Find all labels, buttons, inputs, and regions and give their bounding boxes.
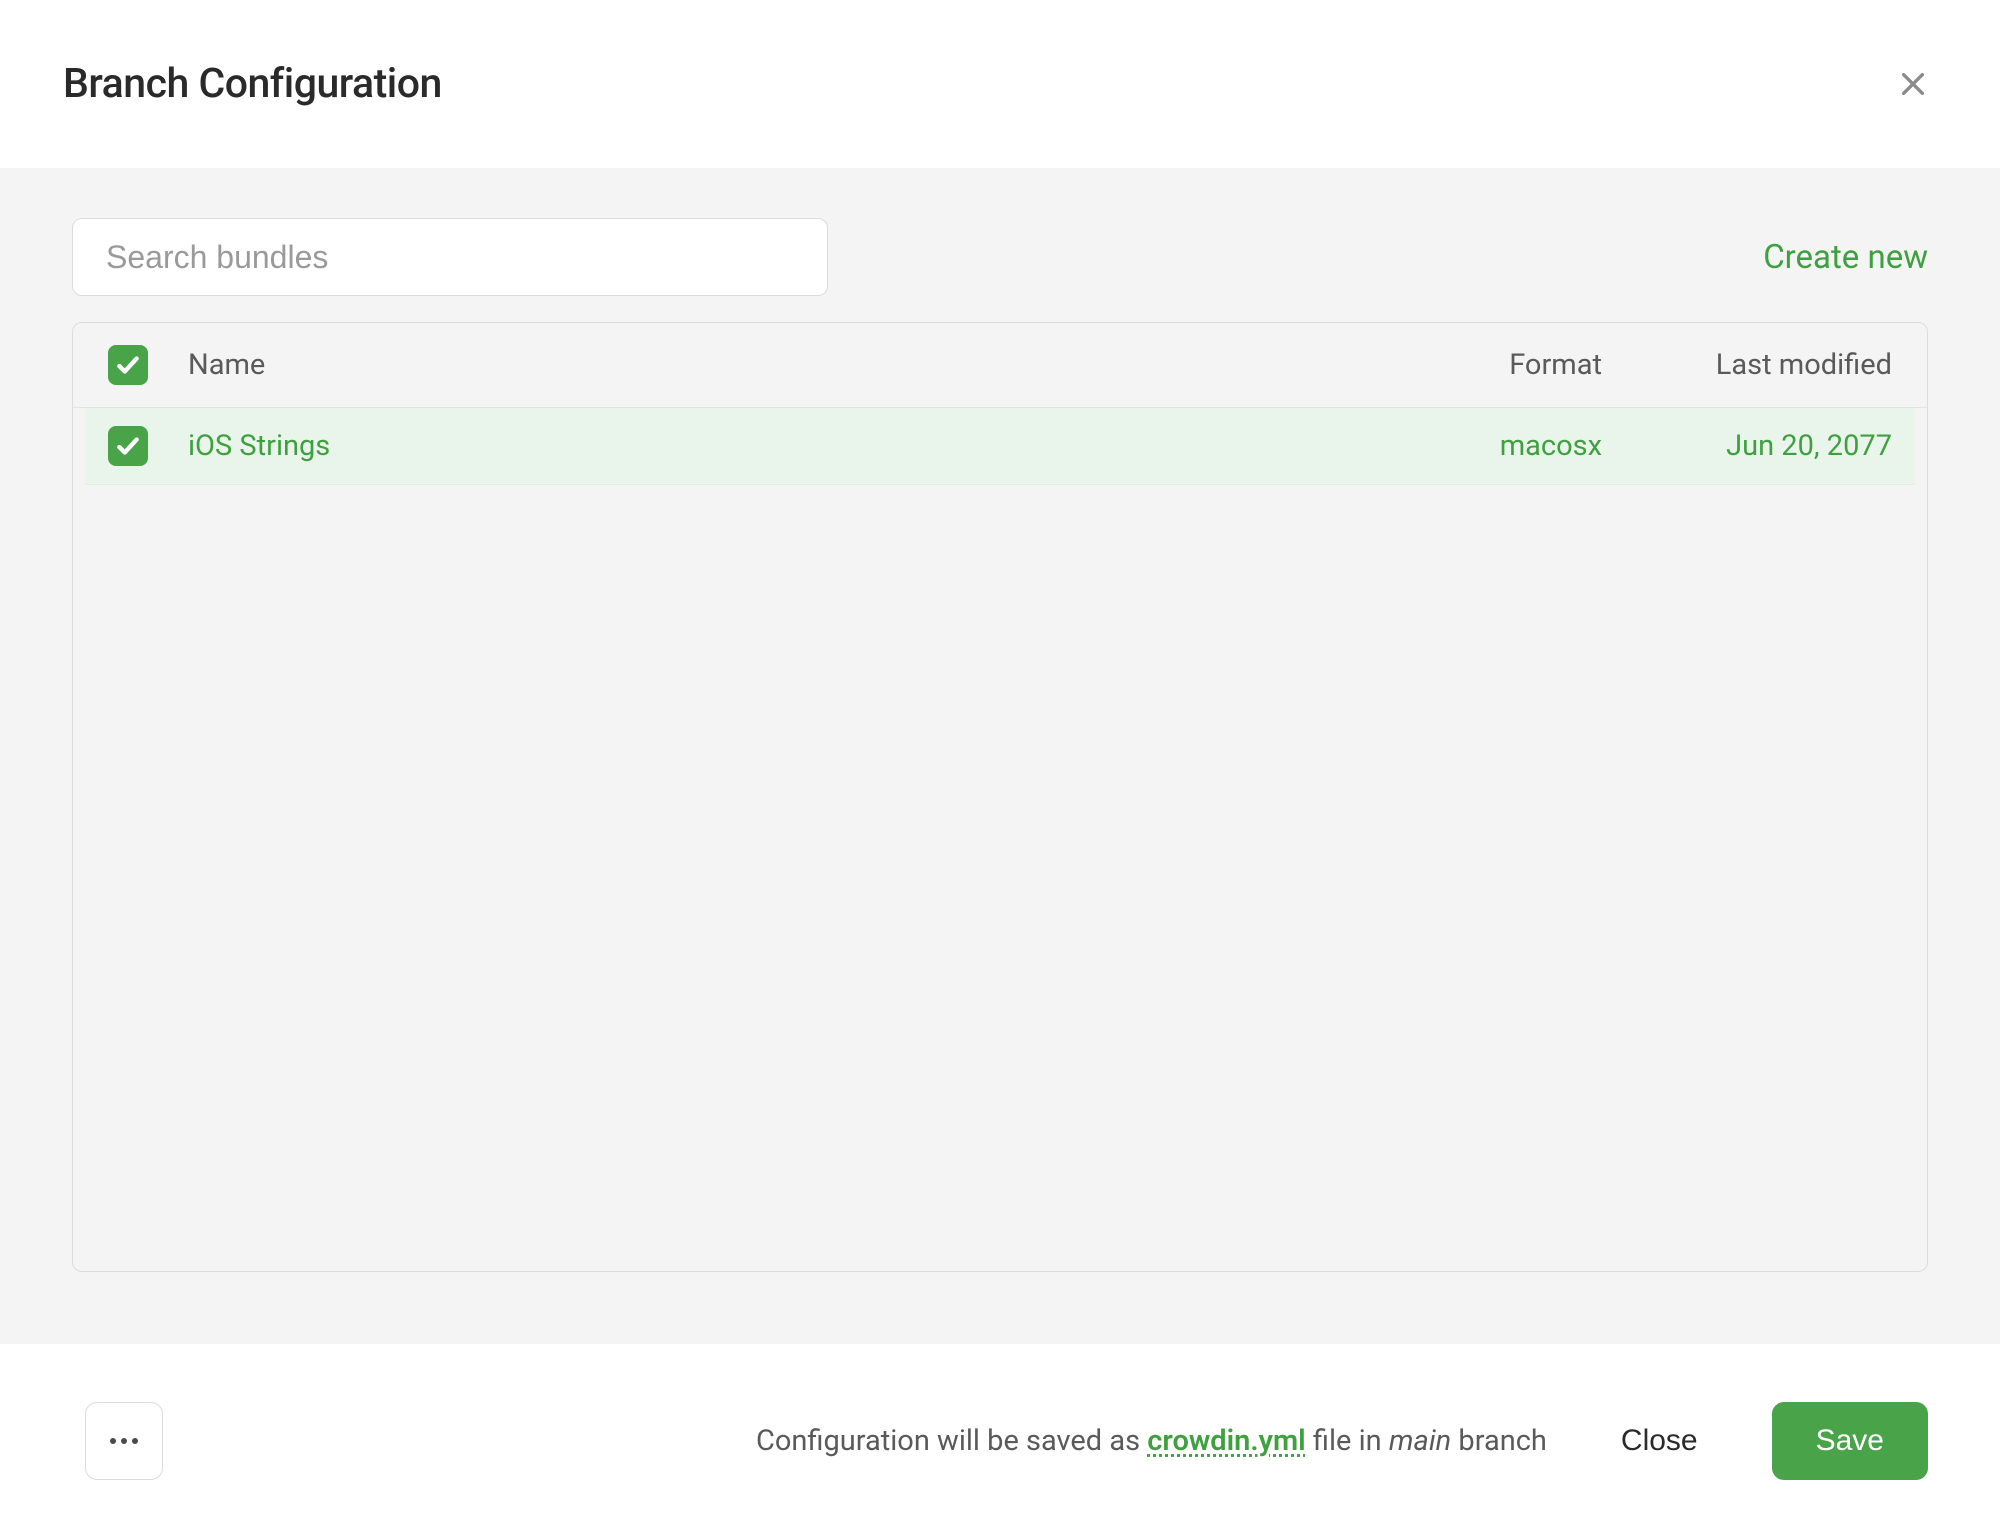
row-check-cell	[108, 426, 188, 466]
footer-left	[85, 1402, 163, 1480]
bundles-table: Name Format Last modified iOS Strings ma…	[72, 322, 1928, 1272]
save-info-mid: file in	[1306, 1424, 1389, 1458]
select-all-cell	[108, 345, 188, 385]
table-header-row: Name Format Last modified	[73, 323, 1927, 408]
close-button[interactable]: Close	[1599, 1406, 1720, 1476]
create-new-button[interactable]: Create new	[1763, 238, 1928, 277]
table-row[interactable]: iOS Strings macosx Jun 20, 2077	[85, 408, 1915, 485]
modal-body: Create new Name Format Last modified	[0, 168, 2000, 1344]
col-header-modified[interactable]: Last modified	[1602, 348, 1892, 382]
row-checkbox[interactable]	[108, 426, 148, 466]
select-all-checkbox[interactable]	[108, 345, 148, 385]
row-modified: Jun 20, 2077	[1602, 429, 1892, 463]
col-header-format[interactable]: Format	[1342, 348, 1602, 382]
footer-right: Configuration will be saved as crowdin.y…	[756, 1402, 1928, 1480]
col-header-name[interactable]: Name	[188, 348, 1342, 382]
save-info-text: Configuration will be saved as crowdin.y…	[756, 1424, 1547, 1458]
save-info-prefix: Configuration will be saved as	[756, 1424, 1147, 1458]
save-info-suffix: branch	[1451, 1424, 1547, 1458]
close-icon[interactable]	[1889, 60, 1937, 108]
table-body: iOS Strings macosx Jun 20, 2077	[73, 408, 1927, 1271]
row-format: macosx	[1342, 429, 1602, 463]
modal-header: Branch Configuration	[0, 0, 2000, 168]
search-row: Create new	[72, 218, 1928, 296]
config-file-link[interactable]: crowdin.yml	[1147, 1424, 1305, 1458]
more-menu-button[interactable]	[85, 1402, 163, 1480]
branch-name: main	[1389, 1424, 1451, 1458]
row-name: iOS Strings	[188, 429, 1342, 463]
modal-footer: Configuration will be saved as crowdin.y…	[0, 1344, 2000, 1538]
search-input[interactable]	[72, 218, 828, 296]
save-button[interactable]: Save	[1772, 1402, 1928, 1480]
page-title: Branch Configuration	[63, 60, 442, 108]
branch-config-modal: Branch Configuration Create new	[0, 0, 2000, 1538]
